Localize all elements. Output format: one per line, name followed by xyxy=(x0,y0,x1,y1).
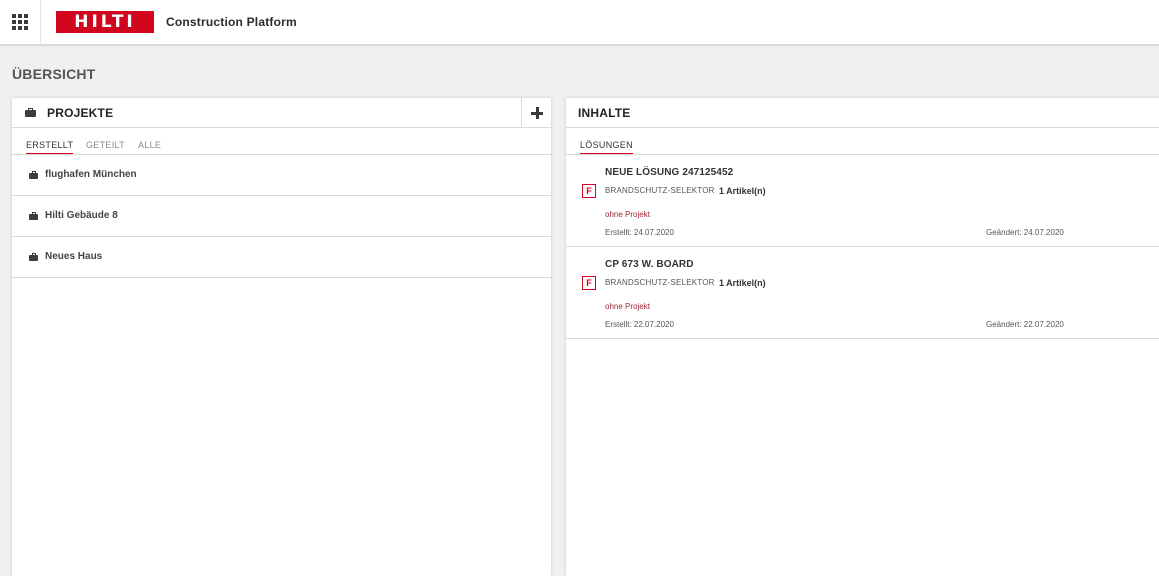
solution-created-date: Erstellt: 22.07.2020 xyxy=(605,320,674,329)
solution-article-count: 1 Artikel(n) xyxy=(719,186,766,196)
page-title: ÜBERSICHT xyxy=(12,66,96,82)
tab-geteilt[interactable]: GETEILT xyxy=(86,140,125,153)
add-project-button[interactable] xyxy=(521,98,551,128)
app-launcher-button[interactable] xyxy=(0,0,41,45)
top-bar: HILTI Construction Platform xyxy=(0,0,1159,46)
solution-title: NEUE LÖSUNG 247125452 xyxy=(605,167,734,178)
solution-title: CP 673 W. BOARD xyxy=(605,259,694,270)
plus-icon xyxy=(530,107,543,119)
projects-panel-title: PROJEKTE xyxy=(47,105,114,120)
project-name: flughafen München xyxy=(45,169,137,180)
solution-changed-date: Geändert: 24.07.2020 xyxy=(986,228,1064,237)
project-row[interactable]: Neues Haus xyxy=(12,237,551,278)
grid-icon xyxy=(12,14,28,30)
solution-item[interactable]: CP 673 W. BOARD F BRANDSCHUTZ-SELEKTOR 1… xyxy=(566,247,1159,339)
solution-changed-date: Geändert: 22.07.2020 xyxy=(986,320,1064,329)
solution-item[interactable]: NEUE LÖSUNG 247125452 F BRANDSCHUTZ-SELE… xyxy=(566,155,1159,247)
contents-panel: INHALTE LÖSUNGEN NEUE LÖSUNG 247125452 F… xyxy=(566,98,1159,576)
contents-panel-title: INHALTE xyxy=(578,105,631,120)
fire-protection-badge: F xyxy=(582,276,596,290)
project-row[interactable]: Hilti Gebäude 8 xyxy=(12,196,551,237)
tab-erstellt[interactable]: ERSTELLT xyxy=(26,140,74,154)
briefcase-icon xyxy=(29,212,38,220)
fire-protection-badge: F xyxy=(582,184,596,198)
solution-created-date: Erstellt: 24.07.2020 xyxy=(605,228,674,237)
solution-article-count: 1 Artikel(n) xyxy=(719,278,766,288)
solution-type: BRANDSCHUTZ-SELEKTOR xyxy=(605,278,715,287)
project-name: Hilti Gebäude 8 xyxy=(45,210,118,221)
solution-project-link[interactable]: ohne Projekt xyxy=(605,210,650,219)
briefcase-icon xyxy=(25,108,36,117)
briefcase-icon xyxy=(29,253,38,261)
project-name: Neues Haus xyxy=(45,251,103,262)
projects-panel-header: PROJEKTE xyxy=(12,98,551,128)
contents-tabs: LÖSUNGEN xyxy=(566,128,1159,155)
solution-project-link[interactable]: ohne Projekt xyxy=(605,302,650,311)
solution-type: BRANDSCHUTZ-SELEKTOR xyxy=(605,186,715,195)
briefcase-icon xyxy=(29,171,38,179)
tab-alle[interactable]: ALLE xyxy=(138,140,161,153)
projects-tabs: ERSTELLT GETEILT ALLE xyxy=(12,128,551,155)
contents-panel-header: INHALTE xyxy=(566,98,1159,128)
project-row[interactable]: flughafen München xyxy=(12,155,551,196)
app-title: Construction Platform xyxy=(166,15,297,29)
hilti-logo[interactable]: HILTI xyxy=(56,11,154,33)
projects-panel: PROJEKTE ERSTELLT GETEILT ALLE flughafen… xyxy=(12,98,551,576)
logo-text: HILTI xyxy=(74,12,136,32)
tab-loesungen[interactable]: LÖSUNGEN xyxy=(580,140,633,154)
